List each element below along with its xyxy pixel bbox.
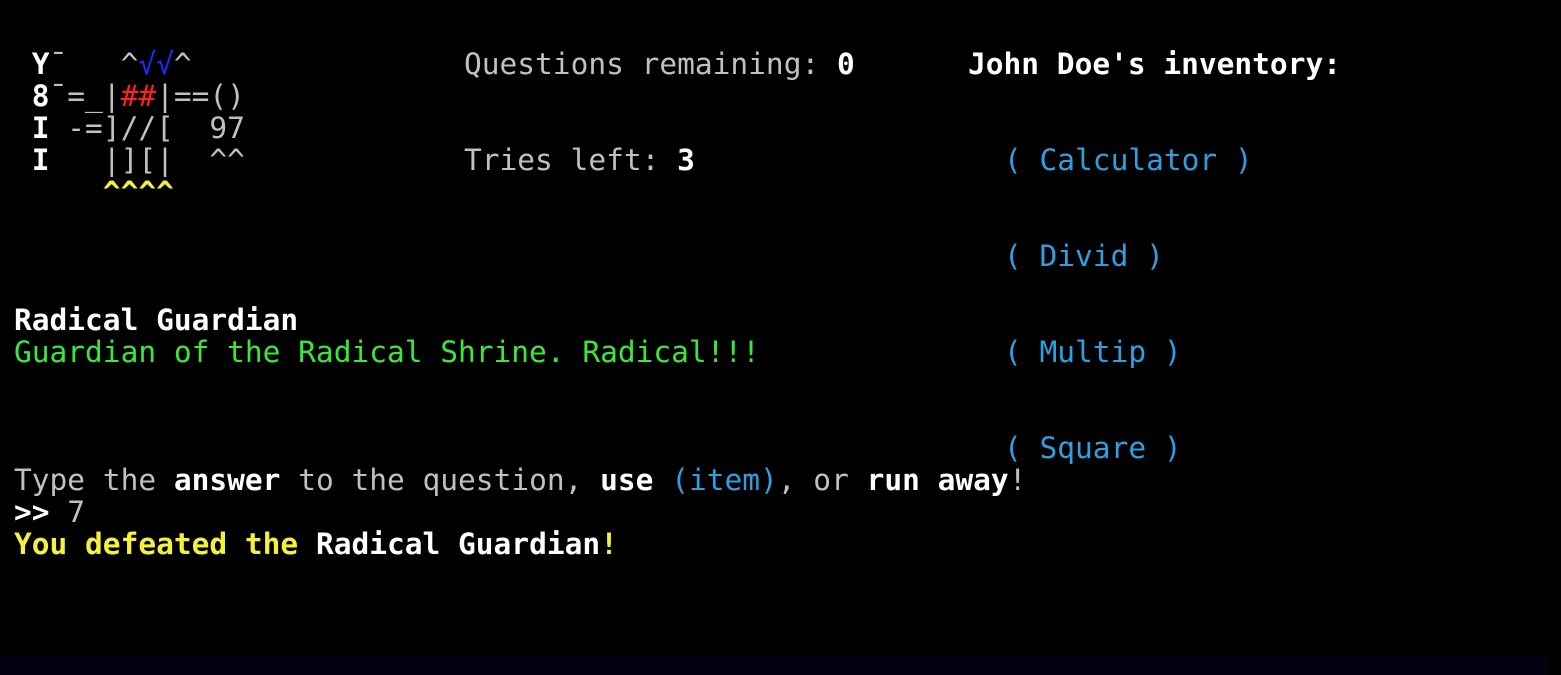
instruction-text-3	[653, 463, 671, 497]
inventory-list: ( Calculator ) ( Divid ) ( Multip ) ( Sq…	[1004, 80, 1253, 528]
inventory-item-multip[interactable]: ( Multip )	[1004, 336, 1253, 368]
command-input-line[interactable]: >> 7	[14, 496, 85, 528]
art-line-5: ^^^^	[14, 176, 245, 208]
item-keyword: (item)	[671, 463, 778, 497]
tries-left: Tries left: 3	[464, 144, 695, 176]
art-segment: I	[14, 111, 50, 145]
art-segment: ^^^^	[14, 175, 174, 209]
questions-remaining: Questions remaining: 0	[464, 48, 855, 80]
art-line-2: 8¯=_|##|==()	[14, 80, 245, 112]
art-segment: Y	[14, 47, 50, 81]
art-line-4: I |][| ^^	[14, 144, 245, 176]
art-segment: 8	[14, 79, 50, 113]
enemy-description: Guardian of the Radical Shrine. Radical!…	[14, 335, 760, 369]
tries-left-label: Tries left:	[464, 143, 678, 177]
art-segment: ¯	[49, 47, 121, 81]
enemy-name: Radical Guardian	[14, 303, 299, 337]
game-terminal: Y¯ ^√√^ 8¯=_|##|==() I -=]//[ 97 I |][| …	[0, 0, 1561, 675]
prompt-symbol: >>	[14, 495, 50, 529]
art-segment: ^	[120, 47, 139, 81]
use-keyword: use	[600, 463, 654, 497]
art-segment: ^	[173, 47, 192, 81]
instruction-text-4: , or	[777, 463, 867, 497]
art-segment: √√	[138, 47, 174, 81]
run-away-keyword: run away	[866, 463, 1009, 497]
art-segment: ¯=_|	[49, 79, 121, 113]
command-input-value[interactable]: 7	[50, 495, 85, 529]
instruction-text-2: to the question,	[280, 463, 601, 497]
terminal-bottom-edge	[0, 655, 1548, 675]
guardian-ascii-art: Y¯ ^√√^ 8¯=_|##|==() I -=]//[ 97 I |][| …	[14, 48, 245, 208]
result-message: You defeated the Radical Guardian!	[14, 528, 618, 560]
result-enemy-name: Radical Guardian	[315, 527, 601, 561]
inventory-title: John Doe's inventory:	[968, 47, 1341, 81]
questions-remaining-label: Questions remaining:	[464, 47, 837, 81]
art-line-1: Y¯ ^√√^	[14, 48, 245, 80]
art-segment: I	[14, 143, 50, 177]
art-segment: -=]//[ 97	[49, 111, 245, 145]
inventory-item-divid[interactable]: ( Divid )	[1004, 240, 1253, 272]
instruction-text-5: !	[1008, 463, 1027, 497]
instruction-line: Type the answer to the question, use (it…	[14, 464, 1026, 496]
instruction-text-1: Type the	[14, 463, 174, 497]
result-text-1: You defeated the	[14, 527, 316, 561]
tries-left-value: 3	[677, 143, 695, 177]
result-text-2: !	[600, 527, 618, 561]
answer-keyword: answer	[173, 463, 281, 497]
questions-remaining-value: 0	[836, 47, 855, 81]
inventory-item-calculator[interactable]: ( Calculator )	[1004, 144, 1253, 176]
art-segment: ##	[120, 79, 157, 113]
art-line-3: I -=]//[ 97	[14, 112, 245, 144]
inventory-item-square[interactable]: ( Square )	[1004, 432, 1253, 464]
art-segment: |][| ^^	[49, 143, 245, 177]
art-segment: |==()	[156, 79, 245, 113]
